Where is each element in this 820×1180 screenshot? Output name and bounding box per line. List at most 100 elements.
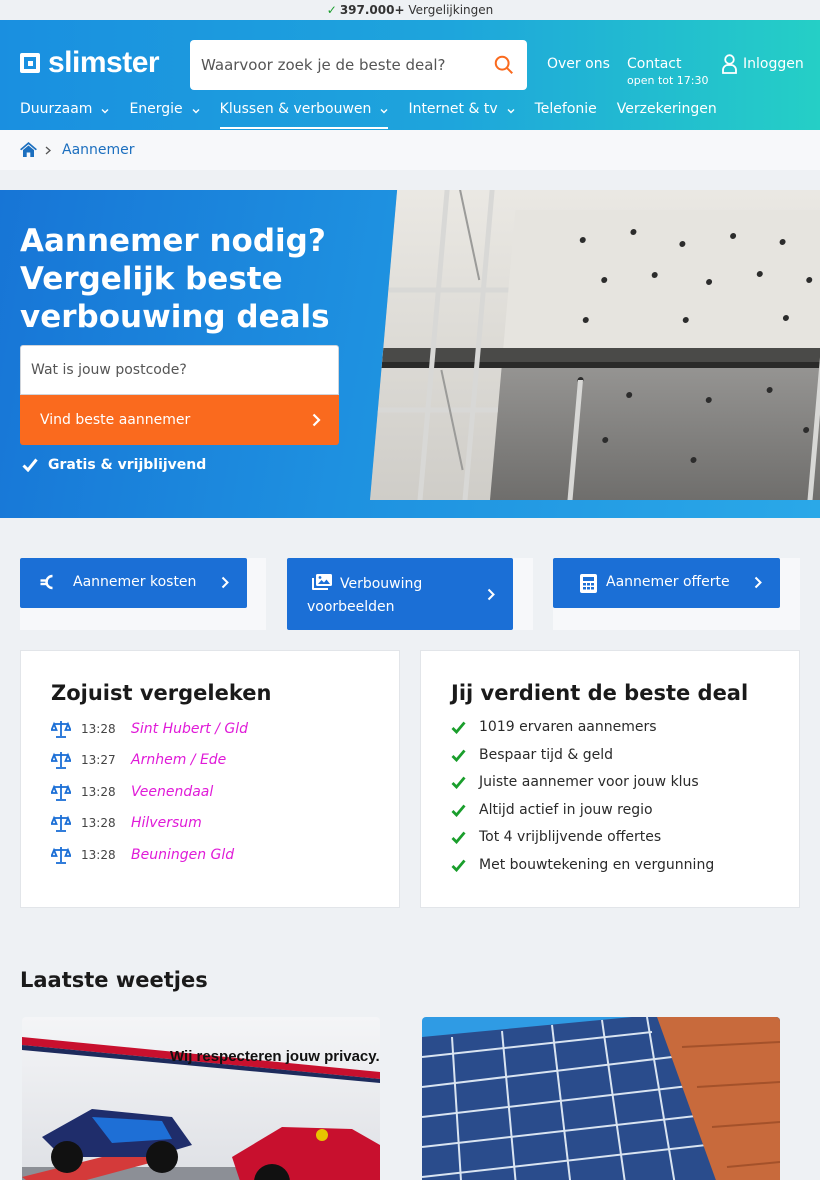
comparison-label: Vergelijkingen — [408, 3, 494, 17]
euro-icon — [40, 574, 53, 590]
check-icon — [451, 776, 466, 789]
about-link[interactable]: Over ons — [547, 56, 610, 72]
benefit-item: Juiste aannemer voor jouw klus — [451, 774, 699, 790]
comparison-time: 13:28 — [81, 722, 116, 736]
chevron-down-icon — [507, 109, 515, 114]
nav-item-energie[interactable]: Energie — [129, 98, 200, 130]
check-icon — [451, 749, 466, 762]
comparison-row: 13:28 Hilversum — [51, 813, 202, 833]
benefit-item: 1019 ervaren aannemers — [451, 719, 657, 735]
comparison-time: 13:28 — [81, 816, 116, 830]
benefit-label: Altijd actief in jouw regio — [479, 802, 653, 818]
chevron-down-icon — [380, 109, 388, 114]
login-label: Inloggen — [743, 56, 804, 72]
nav-label: Verzekeringen — [616, 101, 717, 117]
free-note: Gratis & vrijblijvend — [22, 457, 206, 473]
benefit-label: Juiste aannemer voor jouw klus — [479, 774, 699, 790]
comparison-time: 13:27 — [81, 753, 116, 767]
free-note-label: Gratis & vrijblijvend — [48, 457, 207, 473]
user-icon — [722, 54, 737, 74]
nav-label: Energie — [129, 101, 183, 117]
main-nav: Duurzaam Energie Klussen & verbouwen Int… — [20, 98, 717, 130]
home-icon[interactable] — [20, 142, 37, 157]
racing-photo — [22, 1017, 380, 1180]
scale-icon — [51, 721, 71, 738]
news-card-solar[interactable] — [422, 1017, 780, 1180]
logo-mark-icon — [20, 53, 40, 73]
site-header: slimster Over ons Contact open tot 17:30… — [0, 20, 820, 130]
nav-item-klussen[interactable]: Klussen & verbouwen — [219, 98, 389, 130]
comparison-city: Arnhem / Ede — [131, 752, 227, 768]
chevron-down-icon — [192, 109, 200, 114]
nav-item-verzekeringen[interactable]: Verzekeringen — [617, 98, 717, 130]
scale-icon — [51, 815, 71, 832]
hero-title: Aannemer nodig? Vergelijk beste verbouwi… — [20, 223, 330, 335]
benefit-item: Bespaar tijd & geld — [451, 747, 613, 763]
comparison-row: 13:27 Arnhem / Ede — [51, 750, 226, 770]
contact-link[interactable]: Contact — [627, 56, 681, 72]
benefit-item: Met bouwtekening en vergunning — [451, 857, 714, 873]
chevron-right-icon — [487, 588, 495, 601]
quicklink-label: Aannemer offerte — [606, 574, 730, 590]
nav-item-telefonie[interactable]: Telefonie — [535, 98, 597, 130]
scaffolding-illustration — [370, 190, 820, 500]
scale-icon — [51, 752, 71, 769]
news-section-title: Laatste weetjes — [20, 968, 208, 992]
hero: Aannemer nodig? Vergelijk beste verbouwi… — [0, 190, 820, 518]
cta-label: Vind beste aannemer — [40, 412, 191, 428]
postcode-box — [20, 345, 339, 395]
quick-links-section: Aannemer kosten Verbouwing voorbeelden A… — [0, 518, 820, 928]
logo[interactable]: slimster — [20, 46, 160, 79]
nav-label: Internet & tv — [408, 101, 498, 117]
scale-icon — [51, 847, 71, 864]
breadcrumb-current[interactable]: Aannemer — [62, 142, 135, 158]
check-icon — [451, 721, 466, 734]
check-icon: ✓ — [326, 3, 337, 17]
benefit-item: Altijd actief in jouw regio — [451, 802, 653, 818]
calculator-icon — [580, 574, 597, 593]
logo-text: slimster — [48, 46, 160, 79]
nav-label: Klussen & verbouwen — [219, 101, 372, 117]
check-icon — [22, 458, 38, 472]
find-contractor-button[interactable]: Vind beste aannemer — [20, 395, 339, 445]
nav-item-duurzaam[interactable]: Duurzaam — [20, 98, 109, 130]
check-icon — [451, 831, 466, 844]
search-input[interactable] — [190, 40, 480, 90]
chevron-right-icon — [312, 413, 321, 427]
benefit-item: Tot 4 vrijblijvende offertes — [451, 829, 661, 845]
quicklink-label: Aannemer kosten — [73, 574, 197, 590]
benefit-label: Tot 4 vrijblijvende offertes — [479, 829, 662, 845]
news-card-racing[interactable] — [22, 1017, 380, 1180]
check-icon — [451, 804, 466, 817]
benefit-label: 1019 ervaren aannemers — [479, 719, 657, 735]
quicklink-costs[interactable]: Aannemer kosten — [20, 558, 247, 608]
postcode-input[interactable] — [21, 346, 338, 394]
privacy-notice: Wij respecteren jouw privacy. — [170, 1048, 380, 1065]
chevron-right-icon — [45, 146, 51, 155]
comparison-row: 13:28 Veenendaal — [51, 782, 213, 802]
benefit-label: Met bouwtekening en vergunning — [479, 857, 715, 873]
comparison-city: Veenendaal — [131, 784, 214, 800]
chevron-down-icon — [101, 109, 109, 114]
login-button[interactable]: Inloggen — [722, 54, 804, 74]
comparison-row: 13:28 Beuningen Gld — [51, 845, 234, 865]
panel-title: Zojuist vergeleken — [51, 681, 272, 705]
nav-item-internet[interactable]: Internet & tv — [408, 98, 515, 130]
comparison-time: 13:28 — [81, 785, 116, 799]
search-icon[interactable] — [493, 54, 515, 76]
recent-comparisons-panel: Zojuist vergeleken 13:28 Sint Hubert / G… — [20, 650, 400, 908]
panel-title: Jij verdient de beste deal — [451, 681, 749, 705]
contact-hours: open tot 17:30 — [627, 74, 709, 87]
breadcrumb: Aannemer — [0, 130, 820, 170]
quicklink-label: Verbouwing voorbeelden — [307, 576, 423, 615]
nav-label: Duurzaam — [20, 101, 93, 117]
benefits-panel: Jij verdient de beste deal 1019 ervaren … — [420, 650, 800, 908]
quicklink-quote[interactable]: Aannemer offerte — [553, 558, 780, 608]
comparison-row: 13:28 Sint Hubert / Gld — [51, 719, 248, 739]
benefit-label: Bespaar tijd & geld — [479, 747, 614, 763]
quicklink-examples[interactable]: Verbouwing voorbeelden — [287, 558, 513, 630]
comparison-count: 397.000+ — [339, 3, 405, 17]
nav-label: Telefonie — [534, 101, 597, 117]
comparison-city: Hilversum — [131, 815, 202, 831]
scale-icon — [51, 784, 71, 801]
